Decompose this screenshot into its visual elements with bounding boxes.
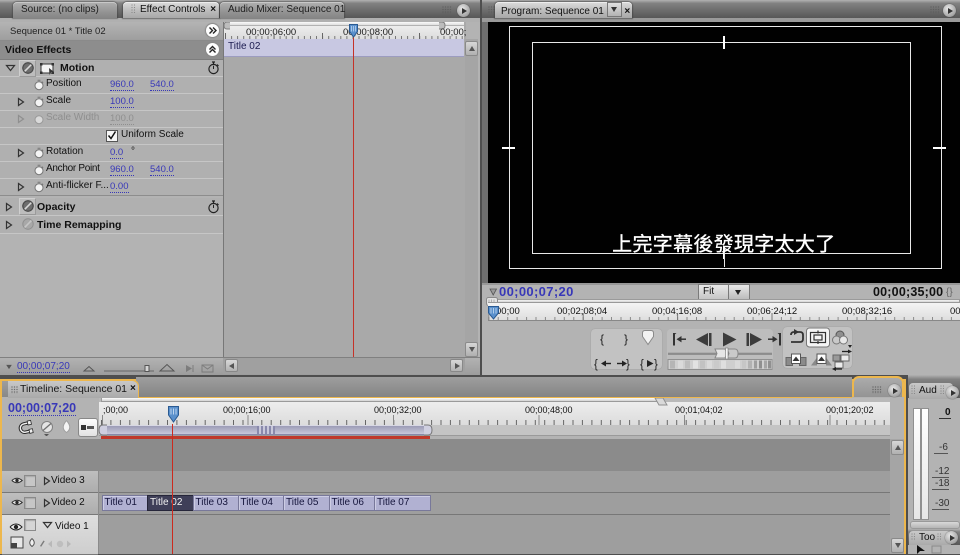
svg-text:}: } [654,359,658,371]
svg-text:}: } [626,359,630,371]
svg-text:{: { [600,332,604,346]
svg-text:{: { [640,359,644,371]
svg-text:}: } [624,332,628,346]
svg-text:{: { [594,359,598,371]
